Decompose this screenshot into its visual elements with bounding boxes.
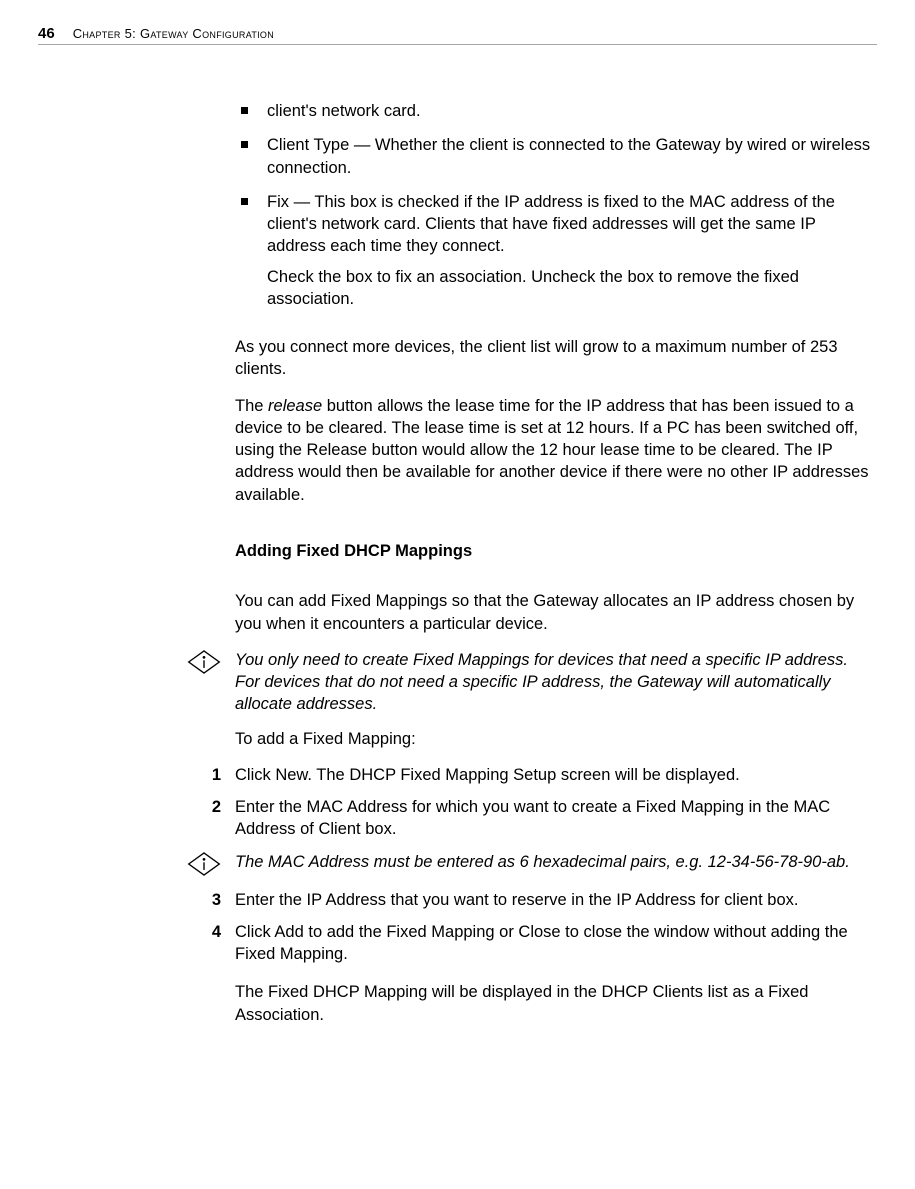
bullet-text: Client Type — Whether the client is conn…: [267, 136, 870, 176]
running-header: 46 Chapter 5: Gateway Configuration: [38, 24, 877, 44]
step: 1 Click New. The DHCP Fixed Mapping Setu…: [0, 764, 877, 786]
info-note: You only need to create Fixed Mappings f…: [0, 649, 877, 716]
step-number: 1: [0, 764, 235, 786]
step-number: 3: [0, 889, 235, 911]
text: The: [235, 397, 268, 415]
paragraph: You can add Fixed Mappings so that the G…: [235, 590, 877, 635]
text: button allows the lease time for the IP …: [235, 397, 869, 504]
step: 3 Enter the IP Address that you want to …: [0, 889, 877, 911]
bullet-subtext: Check the box to fix an association. Unc…: [267, 266, 877, 311]
bullet-text: Fix — This box is checked if the IP addr…: [267, 193, 835, 256]
info-note-text: You only need to create Fixed Mappings f…: [235, 649, 877, 716]
step-text: Click New. The DHCP Fixed Mapping Setup …: [235, 764, 877, 786]
chapter-title: Chapter 5: Gateway Configuration: [73, 25, 274, 43]
step: 4 Click Add to add the Fixed Mapping or …: [0, 921, 877, 966]
info-note-text: The MAC Address must be entered as 6 hex…: [235, 851, 877, 873]
list-item: Fix — This box is checked if the IP addr…: [235, 191, 877, 310]
page: 46 Chapter 5: Gateway Configuration clie…: [0, 0, 915, 1189]
bullet-text: client's network card.: [267, 102, 421, 120]
info-icon: [0, 851, 235, 877]
step-number: 2: [0, 796, 235, 818]
list-item: client's network card.: [235, 100, 877, 122]
paragraph: The Fixed DHCP Mapping will be displayed…: [235, 981, 877, 1026]
step-text: Enter the IP Address that you want to re…: [235, 889, 877, 911]
step: 2 Enter the MAC Address for which you wa…: [0, 796, 877, 841]
content: client's network card. Client Type — Whe…: [0, 100, 877, 1159]
header-rule: [38, 44, 877, 45]
bullet-list: client's network card. Client Type — Whe…: [235, 100, 877, 310]
paragraph: As you connect more devices, the client …: [235, 336, 877, 381]
info-icon: [0, 649, 235, 675]
list-item: Client Type — Whether the client is conn…: [235, 134, 877, 179]
page-number: 46: [38, 24, 55, 44]
release-word: release: [268, 397, 322, 415]
step-text: Enter the MAC Address for which you want…: [235, 796, 877, 841]
paragraph: To add a Fixed Mapping:: [235, 728, 877, 750]
step-text: Click Add to add the Fixed Mapping or Cl…: [235, 921, 877, 966]
step-number: 4: [0, 921, 235, 943]
info-note: The MAC Address must be entered as 6 hex…: [0, 851, 877, 877]
section-heading: Adding Fixed DHCP Mappings: [235, 540, 877, 562]
paragraph: The release button allows the lease time…: [235, 395, 877, 506]
